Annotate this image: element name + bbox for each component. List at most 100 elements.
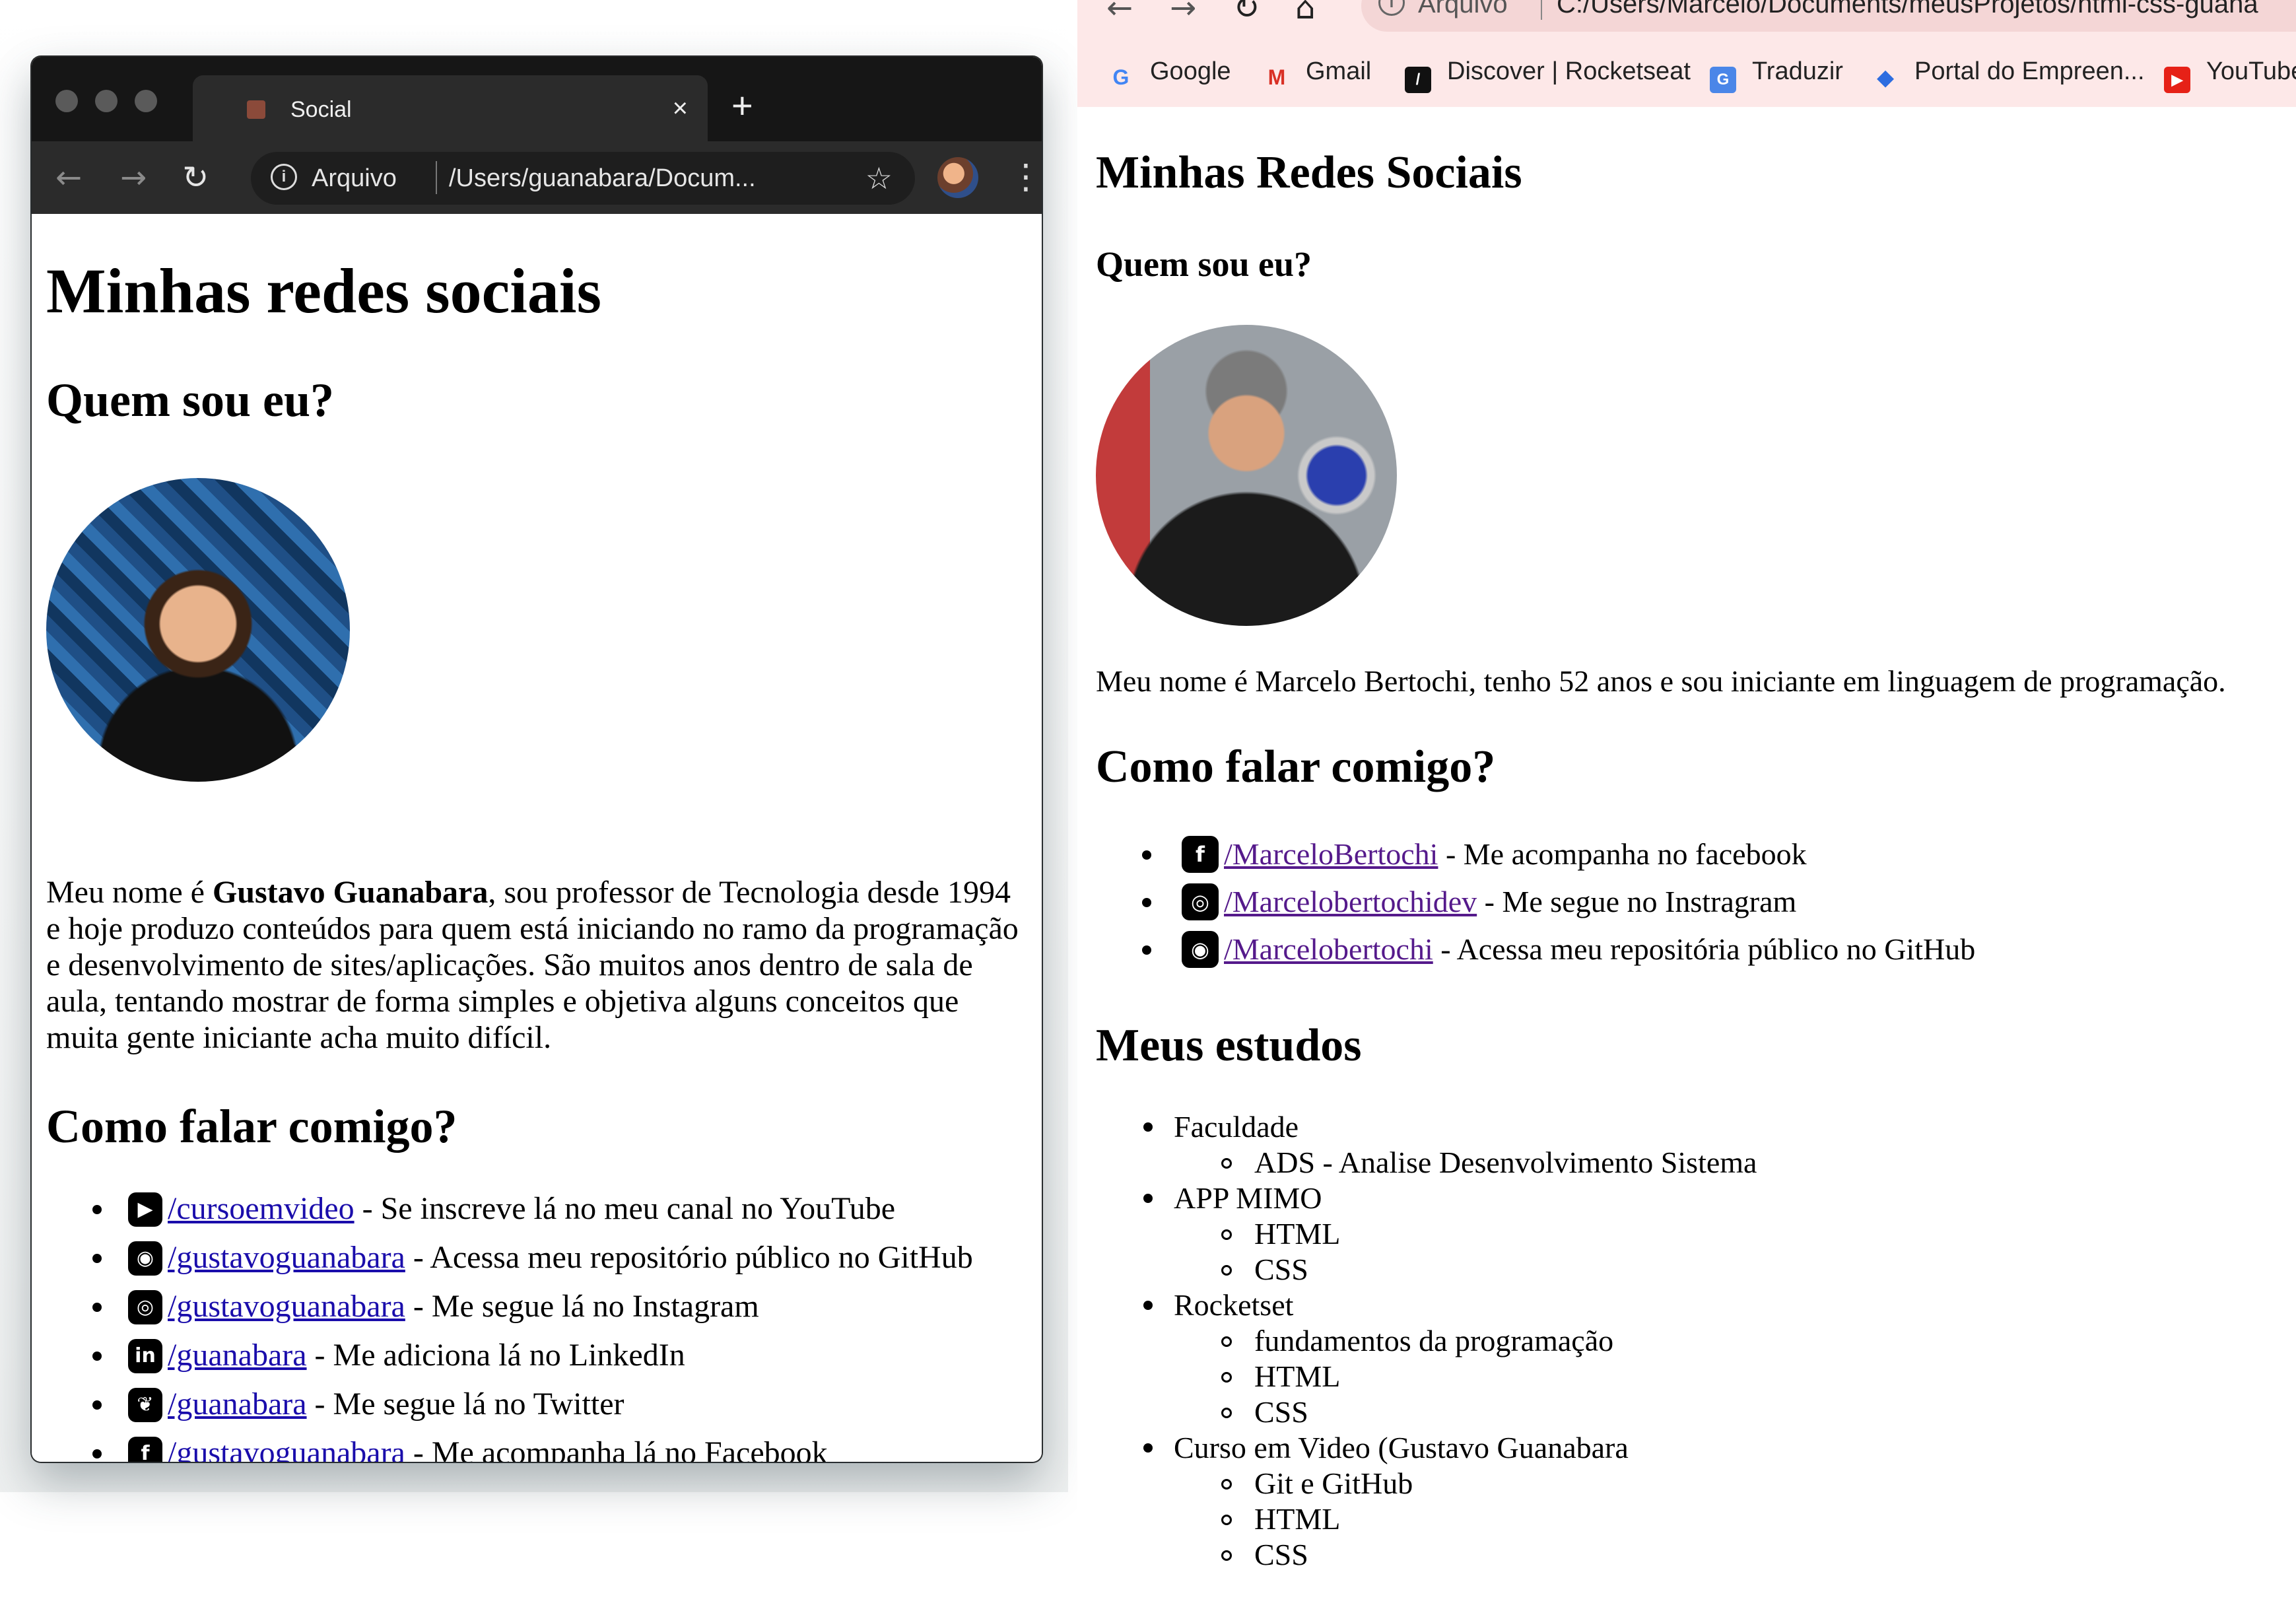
study-subitem-label: CSS	[1254, 1395, 1308, 1429]
info-icon[interactable]: i	[1378, 0, 1405, 16]
list-item: ❦/guanabara - Me segue lá no Twitter	[46, 1380, 973, 1429]
github-icon: ◉	[128, 1241, 162, 1276]
tab-social[interactable]: Social ×	[193, 75, 708, 141]
address-url[interactable]: C:/Users/Marcelo/Documents/meusProjetos/…	[1557, 0, 2258, 21]
window-minimize-dot[interactable]	[95, 90, 118, 112]
bullet-circle	[1221, 1408, 1232, 1418]
bullet-circle	[1221, 1229, 1232, 1240]
tab-title: Social	[290, 97, 352, 122]
study-item: Curso em Video (Gustavo Guanabara Git e …	[1096, 1430, 1757, 1573]
bookmark-label: Portal do Empreen...	[1914, 57, 2145, 85]
bullet-circle	[1221, 1265, 1232, 1276]
study-subitem: CSS	[1174, 1252, 1757, 1287]
reload-icon[interactable]: ↻	[182, 154, 209, 201]
list-item: ◉/gustavoguanabara - Acessa meu repositó…	[46, 1233, 973, 1282]
social-link[interactable]: /Marcelobertochidev	[1224, 885, 1477, 918]
back-arrow-icon[interactable]: ←	[1106, 0, 1133, 28]
back-arrow-icon[interactable]: ←	[55, 154, 82, 201]
reload-icon[interactable]: ↻	[1233, 0, 1260, 28]
bookmark-label: Gmail	[1306, 57, 1372, 85]
social-link[interactable]: /gustavoguanabara	[168, 1289, 405, 1324]
link-description: - Me segue lá no Twitter	[306, 1387, 625, 1422]
list-item: in/guanabara - Me adiciona lá no LinkedI…	[46, 1331, 973, 1380]
bookmark-label: Traduzir	[1752, 57, 1843, 85]
section-heading-contact: Como falar comigo?	[46, 1100, 457, 1153]
profile-photo	[1096, 325, 1397, 626]
bookmark-translate[interactable]: G Traduzir	[1710, 53, 1843, 93]
bullet-dot	[1143, 1443, 1153, 1453]
address-url[interactable]: /Users/guanabara/Docum...	[449, 161, 756, 195]
bookmark-youtube[interactable]: ▶ YouTube	[2164, 53, 2296, 93]
social-link[interactable]: /guanabara	[168, 1338, 307, 1373]
social-link[interactable]: /Marcelobertochi	[1224, 932, 1433, 966]
study-subitem-label: HTML	[1254, 1217, 1341, 1251]
bookmark-label: Google	[1150, 57, 1231, 85]
browser-toolbar-right: ← → ↻ ⌂ i Arquivo C:/Users/Marcelo/Docum…	[1077, 0, 2296, 107]
instagram-icon: ◎	[128, 1290, 162, 1324]
link-description: - Me adiciona lá no LinkedIn	[306, 1338, 685, 1373]
list-item: ◎/Marcelobertochidev - Me segue no Instr…	[1096, 878, 1975, 926]
title-bar: Social × +	[32, 57, 1042, 141]
forward-arrow-icon[interactable]: →	[1170, 0, 1196, 28]
tab-close-icon[interactable]: ×	[673, 92, 688, 124]
bookmark-gmail[interactable]: M Gmail	[1264, 53, 1372, 90]
bullet-circle	[1221, 1372, 1232, 1383]
info-icon[interactable]: i	[271, 164, 297, 190]
twitter-icon: ❦	[128, 1388, 162, 1422]
study-subitem: CSS	[1174, 1394, 1757, 1430]
bullet-dot	[92, 1400, 102, 1410]
left-screenshot-panel: Social × + ← → ↻ i Arquivo /Users/guanab…	[0, 0, 1068, 1492]
social-links-list: f/MarceloBertochi - Me acompanha no face…	[1096, 831, 1975, 973]
new-tab-button[interactable]: +	[731, 86, 753, 125]
page-content-left: Minhas redes sociais Quem sou eu? Meu no…	[32, 214, 1042, 1462]
bullet-circle	[1221, 1158, 1232, 1169]
study-subitem: HTML	[1174, 1216, 1757, 1252]
browser-toolbar: ← → ↻ i Arquivo /Users/guanabara/Docum..…	[32, 141, 1042, 214]
profile-avatar[interactable]	[937, 157, 978, 198]
section-heading-who: Quem sou eu?	[1096, 244, 1312, 284]
window-zoom-dot[interactable]	[135, 90, 157, 112]
instagram-icon: ◎	[1182, 883, 1219, 920]
bookmark-portal[interactable]: ◆ Portal do Empreen...	[1872, 53, 2145, 90]
link-description: - Acessa meu repositória público no GitH…	[1433, 932, 1976, 966]
study-subitem: CSS	[1174, 1537, 1757, 1573]
bio-paragraph: Meu nome é Gustavo Guanabara, sou profes…	[46, 874, 1023, 1056]
kebab-menu-icon[interactable]: ⋮	[1009, 153, 1042, 201]
bullet-circle	[1221, 1550, 1232, 1561]
study-sublist: HTML CSS	[1174, 1216, 1757, 1287]
section-heading-who: Quem sou eu?	[46, 374, 335, 427]
forward-arrow-icon[interactable]: →	[120, 154, 147, 201]
google-icon: G	[1112, 65, 1130, 89]
study-subitem-label: fundamentos da programação	[1254, 1324, 1614, 1357]
study-subitem: Git e GitHub	[1174, 1466, 1757, 1501]
translate-icon: G	[1710, 67, 1736, 93]
study-label: Faculdade	[1174, 1110, 1299, 1144]
bullet-circle	[1221, 1479, 1232, 1490]
study-subitem-label: CSS	[1254, 1538, 1308, 1571]
bullet-circle	[1221, 1515, 1232, 1525]
address-bar[interactable]: i Arquivo C:/Users/Marcelo/Documents/meu…	[1361, 0, 2296, 32]
rocketseat-icon: /	[1405, 67, 1431, 93]
page-content-right: Minhas Redes Sociais Quem sou eu? Meu no…	[1077, 107, 2296, 1611]
study-subitem-label: ADS - Analise Desenvolvimento Sistema	[1254, 1146, 1757, 1179]
social-link[interactable]: /MarceloBertochi	[1224, 837, 1438, 871]
home-icon[interactable]: ⌂	[1295, 0, 1315, 28]
bookmark-star-icon[interactable]: ☆	[865, 160, 893, 197]
bookmark-label: YouTube	[2206, 57, 2296, 85]
social-link[interactable]: /guanabara	[168, 1387, 307, 1422]
bullet-dot	[1142, 898, 1151, 907]
bookmark-rocketseat[interactable]: / Discover | Rocketseat	[1405, 53, 1691, 93]
address-bar[interactable]: i Arquivo /Users/guanabara/Docum... ☆	[251, 152, 915, 205]
window-close-dot[interactable]	[55, 90, 78, 112]
browser-window-left: Social × + ← → ↻ i Arquivo /Users/guanab…	[32, 57, 1042, 1462]
social-link[interactable]: /cursoemvideo	[168, 1191, 355, 1226]
bookmark-google[interactable]: G Google	[1108, 53, 1231, 90]
social-link[interactable]: /gustavoguanabara	[168, 1240, 405, 1275]
facebook-icon: f	[128, 1437, 162, 1462]
youtube-icon: ▶	[2164, 67, 2190, 93]
list-item: ▶/cursoemvideo - Se inscreve lá no meu c…	[46, 1184, 973, 1233]
social-links-list: ▶/cursoemvideo - Se inscreve lá no meu c…	[46, 1184, 973, 1462]
social-link[interactable]: /gustavoguanabara	[168, 1435, 405, 1462]
bullet-dot	[92, 1352, 102, 1361]
list-item: f/gustavoguanabara - Me acompanha lá no …	[46, 1429, 973, 1462]
